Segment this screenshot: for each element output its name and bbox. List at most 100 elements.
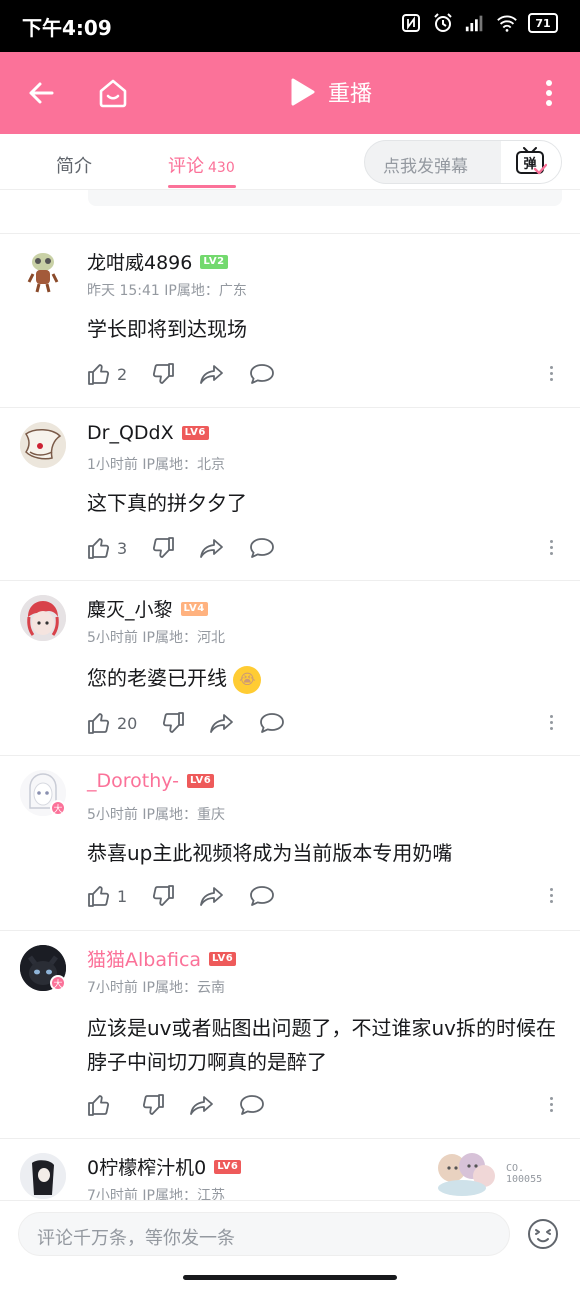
comment-item: 龙咁威4896 LV2 昨天 15:41 IP属地：广东 学长即将到达现场 2	[0, 233, 580, 407]
emoji-face-icon	[528, 1219, 558, 1249]
home-button[interactable]	[90, 70, 136, 116]
share-arrow-icon	[200, 887, 224, 906]
emoji-button[interactable]	[526, 1217, 560, 1251]
comment-time: 1小时前	[87, 457, 138, 473]
thumbs-down-icon	[153, 363, 175, 384]
tab-intro-label: 简介	[56, 156, 92, 177]
reply-button[interactable]	[249, 884, 275, 908]
level-badge: LV4	[180, 601, 208, 616]
comment-username[interactable]: Dr_QDdX LV6	[87, 422, 209, 444]
share-button[interactable]	[199, 884, 225, 908]
avatar[interactable]	[20, 595, 66, 641]
danmaku-toggle-button[interactable]: 弹	[501, 141, 561, 183]
comment-more-button[interactable]	[548, 715, 554, 730]
danmaku-placeholder: 点我发弹幕	[383, 157, 468, 177]
share-button[interactable]	[209, 711, 235, 735]
comment-time: 5小时前	[87, 807, 138, 823]
comment-ip: IP属地：北京	[142, 457, 225, 473]
comment-actions: 3	[87, 536, 299, 560]
thumbs-down-icon	[142, 1094, 164, 1115]
username-text: 猫猫Albafica	[87, 949, 202, 971]
avatar[interactable]	[20, 422, 66, 468]
reply-bubble-icon	[250, 538, 275, 558]
comment-time: 5小时前	[87, 630, 138, 646]
comment-item: 麋灭_小黎 LV4 5小时前 IP属地：河北 您的老婆已开线 😭 20	[0, 580, 580, 755]
share-button[interactable]	[189, 1093, 215, 1117]
like-button[interactable]: 2	[87, 362, 127, 386]
back-arrow-icon	[29, 82, 54, 104]
cellular-signal-icon	[464, 12, 486, 34]
like-button[interactable]	[87, 1093, 117, 1117]
share-arrow-icon	[200, 365, 224, 384]
comment-text: 恭喜up主此视频将成为当前版本专用奶嘴	[87, 841, 453, 865]
comment-actions: 20	[87, 711, 309, 735]
danmaku-input[interactable]: 点我发弹幕 弹	[364, 140, 562, 184]
more-menu-button[interactable]	[526, 70, 572, 116]
level-badge: LV6	[187, 774, 215, 788]
replay-button[interactable]: 重播	[290, 76, 372, 108]
comment-input[interactable]: 评论千万条，等你发一条	[18, 1212, 510, 1256]
reply-bubble-icon	[250, 886, 275, 906]
dislike-button[interactable]	[151, 884, 175, 908]
comment-ip: IP属地：江苏	[142, 1188, 225, 1200]
level-badge: LV6	[214, 1159, 242, 1174]
comment-ip: IP属地：广东	[164, 283, 247, 299]
comment-time: 7小时前	[87, 980, 138, 996]
comment-more-button[interactable]	[548, 888, 554, 903]
comment-ip: IP属地：重庆	[142, 807, 225, 823]
back-button[interactable]	[18, 70, 64, 116]
share-button[interactable]	[199, 536, 225, 560]
comment-more-button[interactable]	[548, 1097, 554, 1112]
avatar[interactable]	[20, 1153, 66, 1199]
dislike-button[interactable]	[151, 536, 175, 560]
watermark-line-2: 100055	[506, 1174, 543, 1185]
comment-input-placeholder: 评论千万条，等你发一条	[37, 1228, 235, 1249]
tab-intro[interactable]: 简介	[56, 152, 92, 178]
comment-meta: 5小时前 IP属地：重庆	[87, 804, 225, 824]
replay-label: 重播	[328, 82, 373, 107]
home-indicator[interactable]	[183, 1275, 397, 1280]
battery-icon: 71	[528, 13, 558, 33]
avatar[interactable]	[20, 248, 66, 294]
comment-content: 应该是uv或者贴图出问题了，不过谁家uv拆的时候在脖子中间切刀啊真的是醉了	[87, 1011, 557, 1079]
vip-badge: 大	[50, 800, 66, 816]
comment-content: 恭喜up主此视频将成为当前版本专用奶嘴	[87, 836, 557, 870]
comment-username[interactable]: 麋灭_小黎 LV4	[87, 595, 208, 622]
comment-more-button[interactable]	[548, 540, 554, 555]
comment-compose-bar: 评论千万条，等你发一条	[0, 1200, 580, 1289]
thumbs-up-icon	[88, 886, 110, 907]
dislike-button[interactable]	[151, 362, 175, 386]
reply-button[interactable]	[249, 536, 275, 560]
reply-button[interactable]	[239, 1093, 265, 1117]
level-badge: LV2	[200, 254, 228, 269]
dislike-button[interactable]	[141, 1093, 165, 1117]
tab-comments[interactable]: 评论 430	[168, 152, 235, 178]
comment-text: 应该是uv或者贴图出问题了，不过谁家uv拆的时候在脖子中间切刀啊真的是醉了	[87, 1016, 557, 1074]
comment-username[interactable]: _Dorothy- LV6	[87, 770, 215, 792]
thumbs-down-icon	[153, 885, 175, 906]
reply-button[interactable]	[259, 711, 285, 735]
comment-meta: 5小时前 IP属地：河北	[87, 627, 225, 647]
reply-button[interactable]	[249, 362, 275, 386]
share-button[interactable]	[199, 362, 225, 386]
comment-more-button[interactable]	[548, 366, 554, 381]
level-badge: LV6	[209, 951, 237, 966]
home-icon	[99, 79, 127, 108]
comment-content: 这下真的拼夕夕了	[87, 486, 557, 520]
like-button[interactable]: 3	[87, 536, 127, 560]
like-button[interactable]: 20	[87, 711, 137, 735]
tab-comments-count: 430	[208, 160, 235, 176]
comment-meta: 昨天 15:41 IP属地：广东	[87, 280, 247, 300]
share-arrow-icon	[200, 539, 224, 558]
danmaku-icon: 弹	[516, 147, 547, 175]
comment-item: 大 猫猫Albafica LV6 7小时前 IP属地：云南 应该是uv或者贴图出…	[0, 930, 580, 1138]
tab-comments-label: 评论	[168, 156, 204, 177]
comment-username[interactable]: 猫猫Albafica LV6	[87, 945, 237, 972]
comment-username[interactable]: 0柠檬榨汁机0 LV6	[87, 1153, 242, 1180]
comment-item: Dr_QDdX LV6 1小时前 IP属地：北京 这下真的拼夕夕了 3	[0, 407, 580, 580]
dislike-button[interactable]	[161, 711, 185, 735]
comment-text: 您的老婆已开线	[87, 666, 227, 690]
comment-username[interactable]: 龙咁威4896 LV2	[87, 248, 228, 275]
wifi-icon	[496, 12, 518, 34]
like-button[interactable]: 1	[87, 884, 127, 908]
